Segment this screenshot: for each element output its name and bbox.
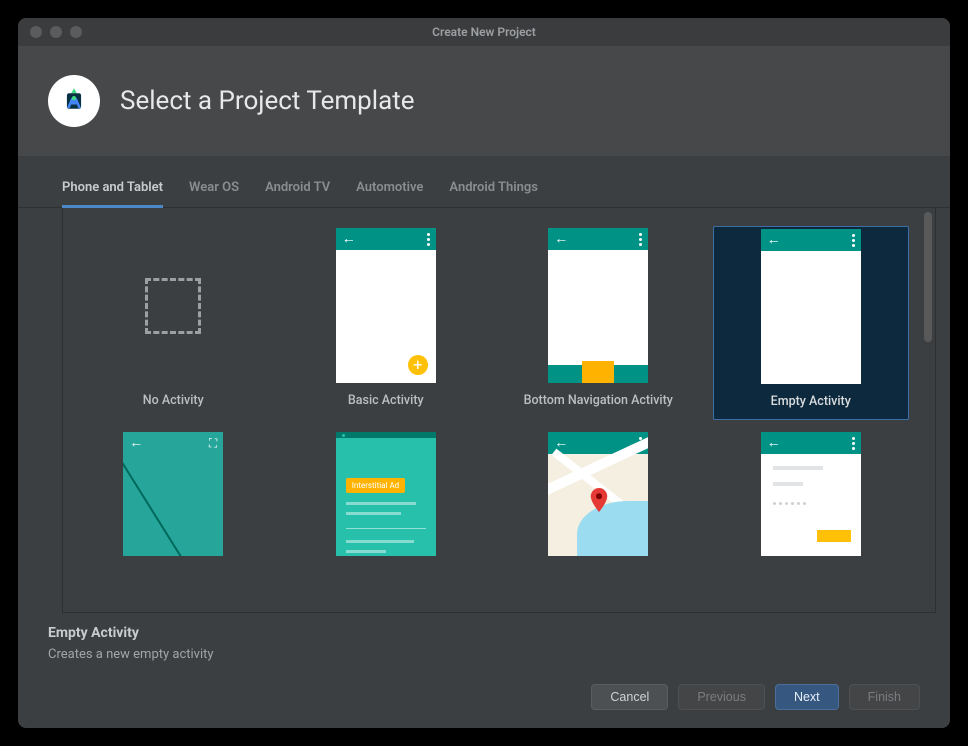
back-arrow-icon: ← — [129, 436, 143, 450]
overflow-menu-icon — [427, 233, 430, 246]
tab-android-things[interactable]: Android Things — [449, 174, 538, 207]
scrollbar-vertical[interactable] — [921, 208, 935, 612]
back-arrow-icon: ← — [767, 233, 781, 247]
template-map[interactable]: ← — [500, 430, 697, 558]
finish-button[interactable]: Finish — [849, 684, 920, 710]
android-studio-icon — [48, 75, 100, 127]
wizard-buttons: Cancel Previous Next Finish — [18, 668, 950, 728]
overflow-menu-icon — [639, 233, 642, 246]
device-tabs: Phone and Tablet Wear OS Android TV Automot… — [18, 174, 950, 208]
template-label: Bottom Navigation Activity — [522, 383, 675, 416]
template-no-activity[interactable]: No Activity — [75, 226, 272, 420]
scrollbar-thumb[interactable] — [924, 212, 932, 342]
overflow-menu-icon — [852, 234, 855, 247]
template-bottom-nav[interactable]: ← Bottom Navigation Activity — [500, 226, 697, 420]
template-label: No Activity — [141, 383, 206, 416]
wizard-window: Create New Project Select a Project Temp… — [18, 18, 950, 728]
template-ad[interactable]: Interstitial Ad — [288, 430, 485, 558]
templates-panel: No Activity ← + Basic Activity ← Bottom Navig… — [62, 208, 936, 613]
back-arrow-icon: ← — [342, 232, 356, 246]
window-title: Create New Project — [18, 25, 950, 39]
next-button[interactable]: Next — [775, 684, 839, 710]
page-title: Select a Project Template — [120, 86, 415, 116]
template-empty[interactable]: ← Empty Activity — [713, 226, 910, 420]
titlebar: Create New Project — [18, 18, 950, 46]
tab-wear-os[interactable]: Wear OS — [189, 174, 239, 207]
template-login[interactable]: ← — [713, 430, 910, 558]
selected-template-name: Empty Activity — [48, 625, 920, 641]
template-basic[interactable]: ← + Basic Activity — [288, 226, 485, 420]
selection-details: Empty Activity Creates a new empty activ… — [18, 613, 950, 668]
cancel-button[interactable]: Cancel — [591, 684, 668, 710]
template-fullscreen[interactable]: ←⛶ — [75, 430, 272, 558]
template-label: Basic Activity — [346, 383, 426, 416]
templates-grid: No Activity ← + Basic Activity ← Bottom Navig… — [63, 208, 921, 612]
header: Select a Project Template — [18, 46, 950, 156]
template-label: Empty Activity — [769, 384, 853, 417]
previous-button[interactable]: Previous — [678, 684, 765, 710]
selected-template-description: Creates a new empty activity — [48, 647, 920, 662]
ad-chip: Interstitial Ad — [346, 478, 405, 493]
map-pin-icon — [590, 488, 608, 516]
tab-android-tv[interactable]: Android TV — [265, 174, 330, 207]
overflow-menu-icon — [852, 437, 855, 450]
back-arrow-icon: ← — [554, 232, 568, 246]
back-arrow-icon: ← — [767, 436, 781, 450]
fab-add-icon: + — [408, 355, 428, 375]
tab-phone-and-tablet[interactable]: Phone and Tablet — [62, 174, 163, 208]
placeholder-box-icon — [145, 278, 201, 334]
expand-icon: ⛶ — [209, 436, 217, 451]
tab-automotive[interactable]: Automotive — [356, 174, 423, 207]
